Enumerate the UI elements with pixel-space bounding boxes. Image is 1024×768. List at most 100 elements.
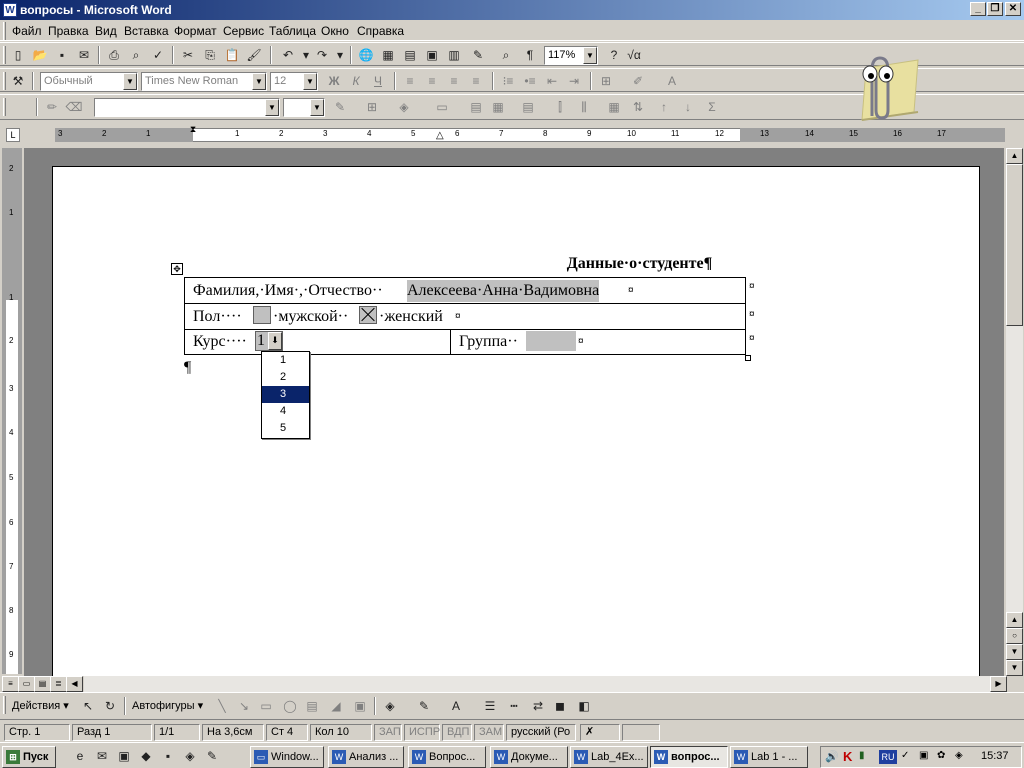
menu-format[interactable]: Формат (174, 23, 217, 39)
scroll-right-icon[interactable]: ▶ (990, 676, 1007, 692)
wordart-icon[interactable]: ◢ (326, 697, 346, 715)
status-record[interactable]: ЗАП (374, 724, 402, 741)
align-cell-icon[interactable]: ▤ (518, 98, 538, 116)
distribute-rows-icon[interactable]: ⫿ (550, 98, 570, 116)
undo-icon[interactable]: ↶ (278, 46, 298, 64)
3d-icon[interactable]: ◧ (574, 697, 594, 715)
taskbar-item[interactable]: W Lab 1 - ... (730, 746, 808, 768)
zoom-combo[interactable]: 117% ▼ (544, 46, 598, 65)
toolbar-grip[interactable] (3, 46, 6, 64)
insert-table-icon[interactable]: ▤ (400, 46, 420, 64)
menu-help[interactable]: Справка (357, 23, 404, 39)
line-style-combo[interactable]: ▼ (94, 98, 280, 117)
course-dropdown-list[interactable]: 1 2 3 4 5 (261, 351, 310, 439)
horizontal-scroll-track[interactable] (84, 676, 990, 692)
spelling-status-icon[interactable]: ✗ (580, 724, 620, 741)
start-button[interactable]: ⊞ Пуск (2, 746, 56, 768)
shadow-icon[interactable]: ◼ (550, 697, 570, 715)
table-move-handle-icon[interactable]: ✥ (171, 263, 183, 275)
copy-icon[interactable]: ⎘ (200, 46, 220, 64)
select-objects-icon[interactable]: ↖ (78, 697, 98, 715)
arrow-style-icon[interactable]: ⇄ (528, 697, 548, 715)
style-combo[interactable]: Обычный ▼ (40, 72, 138, 91)
arrow-icon[interactable]: ↘ (234, 697, 254, 715)
tables-borders-icon[interactable]: ▦ (378, 46, 398, 64)
fill-color-icon[interactable]: ◈ (380, 697, 400, 715)
redo-dropdown-icon[interactable]: ▾ (330, 46, 350, 64)
scroll-down-icon[interactable]: ▼ (1006, 660, 1023, 676)
course-dropdown-field[interactable]: 1 ⬇ (255, 331, 283, 351)
line-style-icon[interactable]: ☰ (480, 697, 500, 715)
eraser-icon[interactable]: ⌫ (64, 98, 84, 116)
dropdown-option-selected[interactable]: 3 (262, 386, 309, 403)
bold-button[interactable]: Ж (324, 72, 344, 90)
autosum-icon[interactable]: Σ (702, 98, 722, 116)
actions-menu[interactable]: Действия ▾ (12, 699, 69, 712)
table-autoformat-icon[interactable]: ▦ (604, 98, 624, 116)
close-button[interactable]: ✕ (1005, 2, 1021, 16)
quicklaunch-app-icon[interactable]: ✎ (202, 747, 222, 765)
toolbar-grip[interactable] (3, 98, 6, 116)
line-weight-combo[interactable]: ▼ (283, 98, 325, 117)
language-indicator[interactable]: RU (879, 750, 897, 764)
control-toolbox-icon[interactable]: ⚒ (8, 72, 28, 90)
oval-icon[interactable]: ◯ (280, 697, 300, 715)
scroll-up-icon[interactable]: ▲ (1006, 148, 1023, 164)
menu-file[interactable]: Файл (12, 23, 42, 39)
desktop-icon[interactable]: ▣ (114, 747, 134, 765)
taskbar-item[interactable]: W Докуме... (490, 746, 568, 768)
horizontal-ruler[interactable]: L 3 2 1 1 2 3 4 5 6 7 8 9 10 11 12 13 14… (0, 124, 1024, 146)
menu-tools[interactable]: Сервис (223, 23, 264, 39)
font-size-combo[interactable]: 12 ▼ (270, 72, 318, 91)
format-painter-icon[interactable]: 🖌 (244, 46, 264, 64)
column-marker[interactable]: △ (436, 130, 444, 141)
paste-icon[interactable]: 📋 (222, 46, 242, 64)
scroll-thumb[interactable] (1006, 164, 1023, 326)
chevron-down-icon[interactable]: ▼ (583, 47, 597, 64)
insert-excel-icon[interactable]: ▣ (422, 46, 442, 64)
bullets-icon[interactable]: •≡ (520, 72, 540, 90)
text-direction-icon[interactable]: ⇅ (628, 98, 648, 116)
tray-app-icon[interactable]: ✓ (901, 750, 909, 761)
distribute-columns-icon[interactable]: ⫼ (574, 98, 594, 116)
text-box-icon[interactable]: ▤ (302, 697, 322, 715)
equation-icon[interactable]: √α (624, 46, 644, 64)
autoshapes-menu[interactable]: Автофигуры ▾ (132, 699, 203, 712)
taskbar-item[interactable]: W Вопрос... (408, 746, 486, 768)
dropdown-option[interactable]: 5 (262, 420, 309, 437)
vertical-ruler[interactable]: 2 1 1 2 3 4 5 6 7 8 9 (2, 148, 22, 674)
chevron-down-icon[interactable]: ▼ (265, 99, 279, 116)
menu-view[interactable]: Вид (95, 23, 117, 39)
align-center-icon[interactable]: ≡ (422, 72, 442, 90)
italic-button[interactable]: К (346, 72, 366, 90)
network-icon[interactable]: ◈ (955, 750, 963, 761)
show-hide-icon[interactable]: ¶ (520, 46, 540, 64)
font-combo[interactable]: Times New Roman ▼ (141, 72, 267, 91)
redo-icon[interactable]: ↷ (312, 46, 332, 64)
document-map-icon[interactable]: ⌕ (496, 46, 516, 64)
status-language[interactable]: русский (Ро (506, 724, 576, 741)
increase-indent-icon[interactable]: ⇥ (564, 72, 584, 90)
line-icon[interactable]: ╲ (212, 697, 232, 715)
hyperlink-icon[interactable]: 🌐 (356, 46, 376, 64)
tray-app-icon[interactable]: ▣ (919, 750, 928, 761)
email-icon[interactable]: ✉ (74, 46, 94, 64)
highlight-icon[interactable]: ✐ (628, 72, 648, 90)
outside-border-icon[interactable]: ⊞ (362, 98, 382, 116)
spelling-icon[interactable]: ✓ (148, 46, 168, 64)
outline-view-icon[interactable]: ≣ (50, 676, 67, 692)
merge-cells-icon[interactable]: ▤ (466, 98, 486, 116)
shading-color-icon[interactable]: ◈ (394, 98, 414, 116)
quicklaunch-app-icon[interactable]: ◆ (136, 747, 156, 765)
taskbar-item[interactable]: W Анализ ... (328, 746, 404, 768)
fullname-field[interactable]: Алексеева·Анна·Вадимовна (407, 280, 600, 302)
underline-button[interactable]: Ч (368, 72, 388, 90)
word-app-icon[interactable]: W (3, 3, 17, 17)
group-field[interactable] (526, 331, 576, 351)
indent-marker[interactable]: ⧗ (187, 124, 199, 146)
numbering-icon[interactable]: ⁝≡ (498, 72, 518, 90)
normal-view-icon[interactable]: ≡ (2, 676, 19, 692)
document-area[interactable]: Данные·о·студенте¶ ✥ Фамилия,·Имя·,·Отче… (24, 148, 1004, 676)
dropdown-option[interactable]: 4 (262, 403, 309, 420)
kaspersky-icon[interactable]: K (843, 749, 852, 764)
